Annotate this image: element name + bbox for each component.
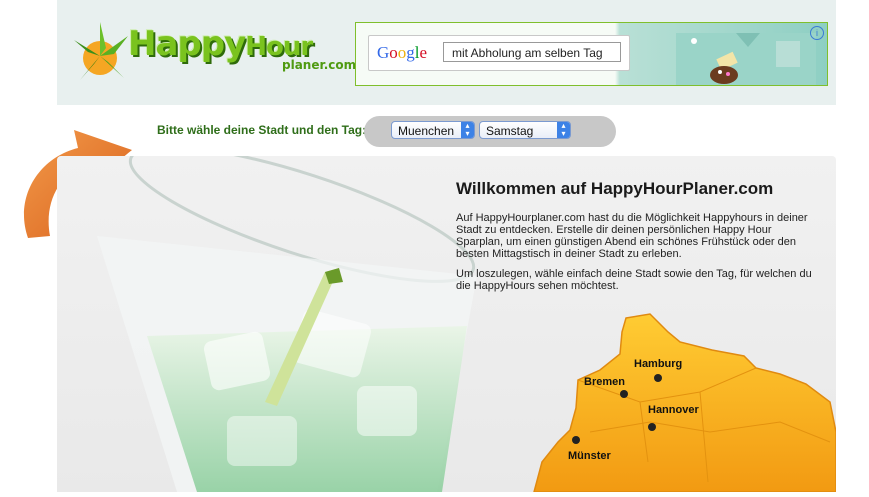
info-icon[interactable]: i [810, 26, 824, 40]
google-ad-banner[interactable]: Google mit Abholung am selben Tag i [355, 22, 828, 86]
site-logo[interactable]: HappyHour planer.com [70, 18, 356, 84]
logo-subtitle: planer.com [282, 58, 357, 72]
google-search-box: Google mit Abholung am selben Tag [368, 35, 630, 71]
logo-word-happy: Happy [128, 24, 246, 64]
day-select-chevron-icon: ▴ ▾ [557, 122, 570, 138]
day-select[interactable]: Samstag ▴ ▾ [479, 121, 571, 139]
germany-map[interactable]: Hamburg Bremen Hannover Münster [530, 312, 837, 493]
city-select-chevron-icon: ▴ ▾ [461, 122, 474, 138]
dessert-illustration [676, 33, 816, 85]
city-select-value: Muenchen [398, 124, 455, 138]
city-select[interactable]: Muenchen ▴ ▾ [391, 121, 475, 139]
map-city-muenster[interactable]: Münster [568, 450, 611, 462]
map-city-hannover[interactable]: Hannover [648, 404, 699, 416]
map-city-hamburg[interactable]: Hamburg [634, 358, 682, 370]
intro-paragraph: Auf HappyHourplaner.com hast du die Mögl… [456, 212, 808, 260]
instruction-paragraph: Um loszulegen, wähle einfach deine Stadt… [456, 268, 812, 292]
google-logo: Google [377, 43, 428, 62]
welcome-title: Willkommen auf HappyHourPlaner.com [456, 179, 774, 198]
day-select-value: Samstag [486, 124, 534, 138]
palm-icon [74, 22, 128, 80]
ad-search-query[interactable]: mit Abholung am selben Tag [443, 42, 621, 62]
drink-glass-image [57, 156, 477, 492]
map-city-bremen[interactable]: Bremen [584, 376, 625, 388]
selector-bar: Muenchen ▴ ▾ Samstag ▴ ▾ [364, 116, 616, 147]
city-day-prompt: Bitte wähle deine Stadt und den Tag: [157, 123, 367, 137]
